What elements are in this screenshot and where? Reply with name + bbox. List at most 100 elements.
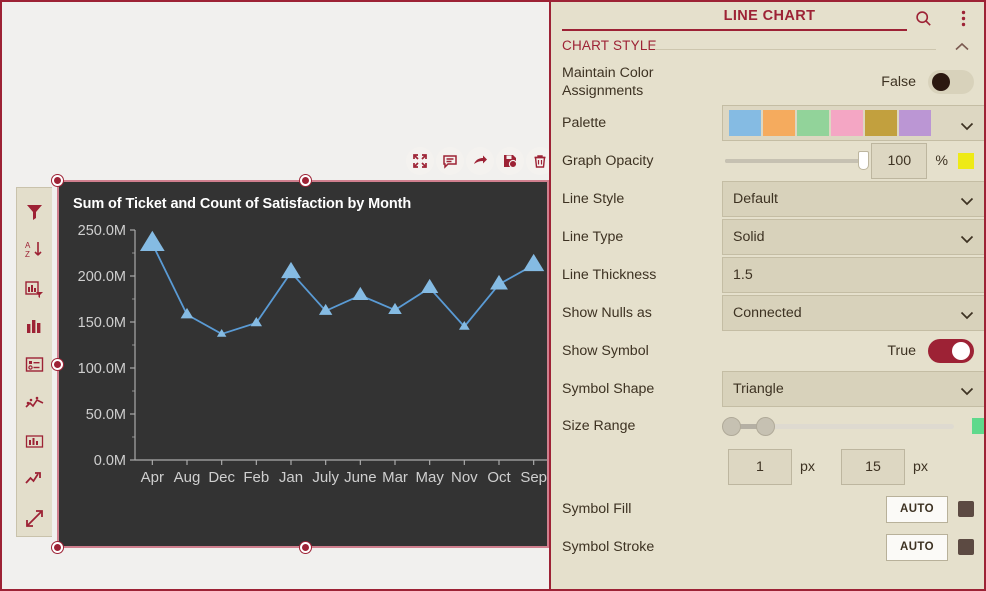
data-point-6[interactable] bbox=[352, 286, 369, 300]
panel-header: LINE CHART bbox=[551, 2, 984, 34]
histogram-icon[interactable] bbox=[18, 424, 52, 459]
slider-fill bbox=[725, 159, 864, 163]
maintain-color-value: False bbox=[881, 74, 916, 90]
svg-text:A: A bbox=[25, 241, 31, 250]
chevron-down-icon[interactable] bbox=[960, 232, 974, 248]
graph-opacity-unit: % bbox=[935, 153, 948, 169]
data-point-4[interactable] bbox=[281, 261, 301, 279]
x-tick-label: Dec bbox=[208, 469, 235, 486]
share-icon[interactable] bbox=[466, 147, 494, 175]
graph-opacity-input[interactable]: 100 bbox=[871, 143, 928, 179]
y-tick-label: 250.0M bbox=[78, 223, 126, 239]
palette-swatch-0[interactable] bbox=[729, 110, 761, 136]
filter-icon[interactable] bbox=[18, 194, 52, 229]
size-range-label: Size Range bbox=[562, 418, 636, 434]
row-size-range-values: 1 px 15 px bbox=[551, 444, 984, 490]
trendline-icon[interactable] bbox=[18, 462, 52, 497]
graph-opacity-slider[interactable] bbox=[725, 151, 870, 170]
symbol-shape-value: Triangle bbox=[733, 381, 784, 397]
show-nulls-select[interactable]: Connected bbox=[722, 295, 984, 331]
size-range-slider[interactable] bbox=[722, 416, 954, 436]
symbol-shape-select[interactable]: Triangle bbox=[722, 371, 984, 407]
palette-swatch-1[interactable] bbox=[763, 110, 795, 136]
selection-handle-middle-left[interactable] bbox=[52, 359, 63, 370]
y-tick-label: 200.0M bbox=[78, 269, 126, 285]
svg-text:Z: Z bbox=[25, 250, 30, 259]
symbol-stroke-label: Symbol Stroke bbox=[562, 539, 655, 555]
data-symbols bbox=[139, 230, 545, 337]
selection-handle-bottom-left[interactable] bbox=[52, 542, 63, 553]
data-point-11[interactable] bbox=[523, 253, 545, 272]
palette-swatch-5[interactable] bbox=[899, 110, 931, 136]
size-range-min-handle[interactable] bbox=[722, 416, 741, 436]
slider-handle[interactable] bbox=[858, 151, 870, 170]
size-range-max-handle[interactable] bbox=[756, 416, 775, 436]
line-thickness-input[interactable]: 1.5 bbox=[722, 257, 984, 293]
chart-title: Sum of Ticket and Count of Satisfaction … bbox=[73, 196, 412, 212]
y-axis-ticks bbox=[130, 229, 135, 461]
selection-handle-top-left[interactable] bbox=[52, 175, 63, 186]
line-thickness-label: Line Thickness bbox=[562, 267, 657, 283]
x-axis-ticks bbox=[151, 460, 535, 465]
size-range-max-input[interactable]: 15 bbox=[840, 449, 905, 485]
symbol-fill-auto-button[interactable]: AUTO bbox=[886, 495, 948, 523]
y-tick-label: 150.0M bbox=[78, 315, 126, 331]
selection-handle-top-center[interactable] bbox=[300, 175, 311, 186]
chevron-down-icon[interactable] bbox=[960, 118, 974, 136]
chevron-down-icon[interactable] bbox=[960, 384, 974, 400]
symbol-stroke-color-chip[interactable] bbox=[958, 539, 974, 555]
show-nulls-label: Show Nulls as bbox=[562, 305, 652, 321]
legend-icon[interactable] bbox=[18, 347, 52, 382]
line-style-select[interactable]: Default bbox=[722, 181, 984, 217]
palette-select[interactable] bbox=[722, 105, 984, 141]
show-symbol-toggle[interactable] bbox=[928, 339, 974, 363]
x-axis-labels: Apr Aug Dec Feb Jan July June Mar May Nov Oct Sep bbox=[141, 469, 547, 486]
sort-az-icon[interactable]: A Z bbox=[18, 232, 52, 267]
chart-action-toolbar bbox=[406, 147, 549, 175]
toggle-knob bbox=[932, 73, 950, 91]
row-symbol-shape: Symbol Shape Triangle bbox=[551, 370, 984, 408]
chart-filter-icon[interactable] bbox=[18, 271, 52, 306]
chevron-down-icon[interactable] bbox=[960, 194, 974, 210]
comment-icon[interactable] bbox=[436, 147, 464, 175]
graph-opacity-color-chip[interactable] bbox=[958, 153, 974, 169]
row-line-style: Line Style Default bbox=[551, 180, 984, 218]
expand-diagonal-icon[interactable] bbox=[18, 501, 52, 536]
palette-swatch-2[interactable] bbox=[797, 110, 829, 136]
palette-swatch-4[interactable] bbox=[865, 110, 897, 136]
data-line bbox=[151, 243, 535, 335]
line-type-select[interactable]: Solid bbox=[722, 219, 984, 255]
chevron-up-icon[interactable] bbox=[954, 39, 970, 57]
save-icon[interactable] bbox=[496, 147, 524, 175]
maintain-color-toggle[interactable] bbox=[928, 70, 974, 94]
scatter-trend-icon[interactable] bbox=[18, 386, 52, 421]
row-symbol-stroke: Symbol Stroke AUTO bbox=[551, 528, 984, 566]
show-nulls-value: Connected bbox=[733, 305, 802, 321]
chevron-down-icon[interactable] bbox=[960, 308, 974, 324]
row-line-type: Line Type Solid bbox=[551, 218, 984, 256]
y-axis-labels: 0.0M 50.0M 100.0M 150.0M 200.0M 250.0M bbox=[78, 223, 126, 469]
panel-title-underline bbox=[562, 29, 907, 31]
line-chart-widget[interactable]: Sum of Ticket and Count of Satisfaction … bbox=[57, 180, 549, 548]
trash-icon[interactable] bbox=[526, 147, 549, 175]
section-label: CHART STYLE bbox=[562, 38, 657, 53]
data-point-1[interactable] bbox=[180, 307, 194, 319]
symbol-stroke-auto-button[interactable]: AUTO bbox=[886, 533, 948, 561]
show-symbol-label: Show Symbol bbox=[562, 343, 649, 359]
selection-handle-bottom-center[interactable] bbox=[300, 542, 311, 553]
size-range-color-chip[interactable] bbox=[972, 418, 984, 434]
search-icon[interactable] bbox=[911, 6, 935, 30]
symbol-fill-color-chip[interactable] bbox=[958, 501, 974, 517]
more-vertical-icon[interactable] bbox=[951, 6, 975, 30]
fullscreen-icon[interactable] bbox=[406, 147, 434, 175]
data-point-8[interactable] bbox=[421, 278, 439, 293]
x-tick-label: July bbox=[312, 469, 339, 486]
data-point-10[interactable] bbox=[490, 274, 508, 290]
palette-swatch-3[interactable] bbox=[831, 110, 863, 136]
symbol-shape-label: Symbol Shape bbox=[562, 381, 655, 397]
size-range-min-input[interactable]: 1 bbox=[728, 449, 792, 485]
data-point-0[interactable] bbox=[139, 230, 165, 251]
line-type-value: Solid bbox=[733, 229, 765, 245]
row-maintain-color-assignments: Maintain Color Assignments False bbox=[551, 60, 984, 104]
bar-chart-icon[interactable] bbox=[18, 309, 52, 344]
